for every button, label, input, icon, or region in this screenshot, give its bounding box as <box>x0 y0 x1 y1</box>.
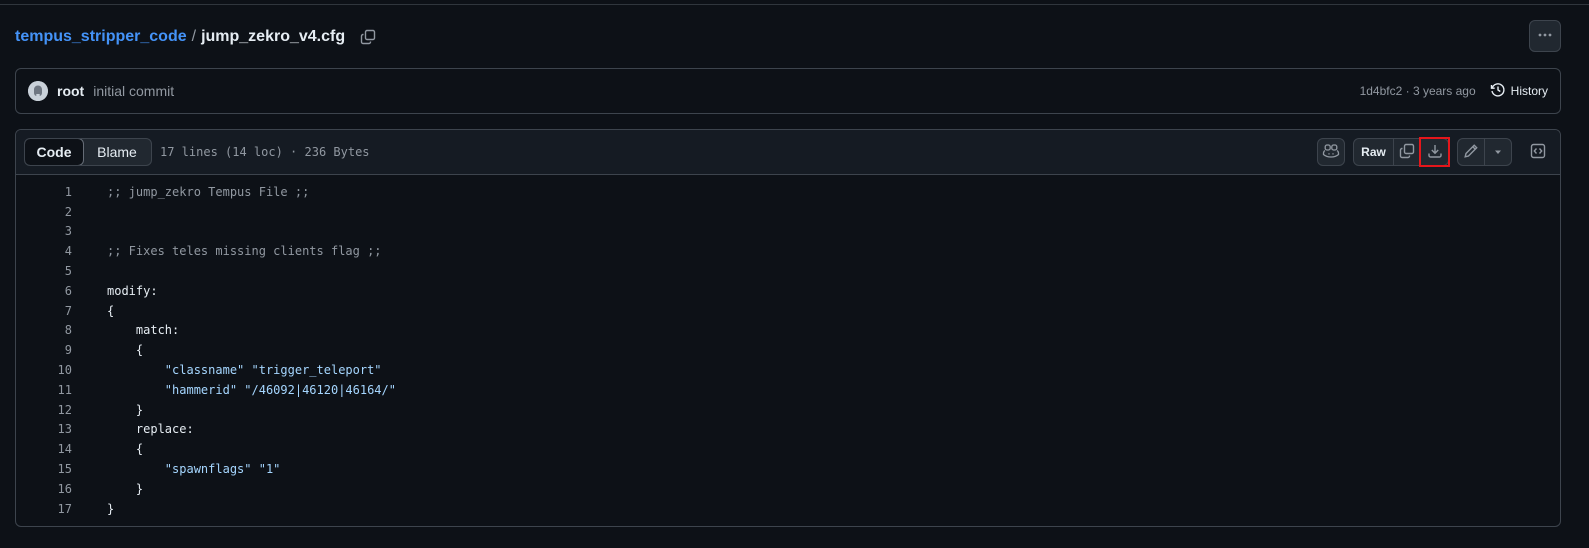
raw-button[interactable]: Raw <box>1354 139 1394 165</box>
tab-blame[interactable]: Blame <box>83 139 151 165</box>
line-number[interactable]: 14 <box>16 442 72 456</box>
latest-commit-box: root initial commit 1d4bfc2 · 3 years ag… <box>15 68 1561 114</box>
line-content: "classname" "trigger_teleport" <box>107 363 382 378</box>
line-number[interactable]: 1 <box>16 185 72 199</box>
commit-message[interactable]: initial commit <box>93 83 174 99</box>
code-body: 1 ;; jump_zekro Tempus File ;; 2 3 4 ;; Fixes… <box>16 175 1560 519</box>
line-content: replace: <box>107 422 194 437</box>
code-line: 13 replace: <box>16 420 1560 440</box>
line-number[interactable]: 12 <box>16 403 72 417</box>
raw-actions-group: Raw <box>1353 137 1450 167</box>
copilot-icon <box>1322 143 1340 162</box>
line-content: { <box>107 343 144 358</box>
view-toggle: Code Blame <box>24 138 152 166</box>
line-number[interactable]: 7 <box>16 304 72 318</box>
download-button[interactable] <box>1419 137 1450 167</box>
code-line: 10 "classname" "trigger_teleport" <box>16 360 1560 380</box>
pencil-icon <box>1463 143 1479 162</box>
file-name: jump_zekro_v4.cfg <box>201 28 346 45</box>
line-number[interactable]: 6 <box>16 284 72 298</box>
line-number[interactable]: 3 <box>16 224 72 238</box>
commit-author[interactable]: root <box>57 83 84 99</box>
line-number[interactable]: 4 <box>16 244 72 258</box>
code-line: 6 modify: <box>16 281 1560 301</box>
commit-sha-time[interactable]: 1d4bfc2 · 3 years ago <box>1360 84 1476 98</box>
file-viewer: Code Blame 17 lines (14 loc) · 236 Bytes… <box>15 129 1561 527</box>
code-line: 16 } <box>16 479 1560 499</box>
copy-raw-button[interactable] <box>1394 139 1421 165</box>
copy-icon[interactable] <box>359 28 377 46</box>
line-content: { <box>107 442 144 457</box>
line-number[interactable]: 11 <box>16 383 72 397</box>
line-content: } <box>107 501 115 516</box>
line-number[interactable]: 13 <box>16 422 72 436</box>
copy-icon <box>1399 143 1415 162</box>
code-line: 2 <box>16 202 1560 222</box>
code-line: 14 { <box>16 439 1560 459</box>
line-number[interactable]: 16 <box>16 482 72 496</box>
line-number[interactable]: 8 <box>16 323 72 337</box>
line-number[interactable]: 9 <box>16 343 72 357</box>
edit-dropdown-button[interactable] <box>1485 139 1511 165</box>
breadcrumb-separator: / <box>191 28 197 45</box>
code-line: 5 <box>16 261 1560 281</box>
line-number[interactable]: 15 <box>16 462 72 476</box>
line-number[interactable]: 2 <box>16 205 72 219</box>
line-content: { <box>107 303 115 318</box>
history-button[interactable]: History <box>1490 82 1548 101</box>
history-icon <box>1490 82 1506 101</box>
kebab-horizontal-icon <box>1537 27 1553 46</box>
line-content: match: <box>107 323 180 338</box>
line-content: "hammerid" "/46092|46120|46164/" <box>107 382 396 397</box>
edit-actions-group <box>1457 138 1512 166</box>
file-meta: 17 lines (14 loc) · 236 Bytes <box>160 145 370 159</box>
code-line: 4 ;; Fixes teles missing clients flag ;; <box>16 241 1560 261</box>
line-content: "spawnflags" "1" <box>107 462 281 477</box>
code-line: 15 "spawnflags" "1" <box>16 459 1560 479</box>
line-content: ;; Fixes teles missing clients flag ;; <box>107 244 382 259</box>
code-line: 1 ;; jump_zekro Tempus File ;; <box>16 182 1560 202</box>
line-content: } <box>107 402 144 417</box>
line-number[interactable]: 10 <box>16 363 72 377</box>
file-header: Code Blame 17 lines (14 loc) · 236 Bytes… <box>16 130 1560 175</box>
code-line: 3 <box>16 222 1560 242</box>
line-number[interactable]: 5 <box>16 264 72 278</box>
code-line: 11 "hammerid" "/46092|46120|46164/" <box>16 380 1560 400</box>
download-icon <box>1427 143 1443 162</box>
tab-code[interactable]: Code <box>25 139 84 165</box>
symbols-panel-button[interactable] <box>1524 138 1552 166</box>
line-content: ;; jump_zekro Tempus File ;; <box>107 184 310 199</box>
history-label: History <box>1510 84 1548 98</box>
breadcrumb: tempus_stripper_code / jump_zekro_v4.cfg <box>15 24 377 50</box>
code-line: 8 match: <box>16 321 1560 341</box>
top-divider <box>0 4 1589 5</box>
triangle-down-icon <box>1493 144 1503 160</box>
line-number[interactable]: 17 <box>16 502 72 516</box>
repo-link[interactable]: tempus_stripper_code <box>15 28 187 46</box>
avatar[interactable] <box>28 81 48 101</box>
code-line: 7{ <box>16 301 1560 321</box>
more-options-button[interactable] <box>1529 20 1561 52</box>
line-content: modify: <box>107 283 158 298</box>
line-content: } <box>107 481 144 496</box>
code-line: 9 { <box>16 340 1560 360</box>
code-square-icon <box>1530 143 1546 162</box>
file-actions: Raw <box>1317 137 1552 167</box>
code-line: 12 } <box>16 400 1560 420</box>
copilot-button[interactable] <box>1317 138 1345 166</box>
commit-right: 1d4bfc2 · 3 years ago History <box>1360 82 1548 101</box>
edit-file-button[interactable] <box>1458 139 1485 165</box>
code-line: 17} <box>16 499 1560 519</box>
